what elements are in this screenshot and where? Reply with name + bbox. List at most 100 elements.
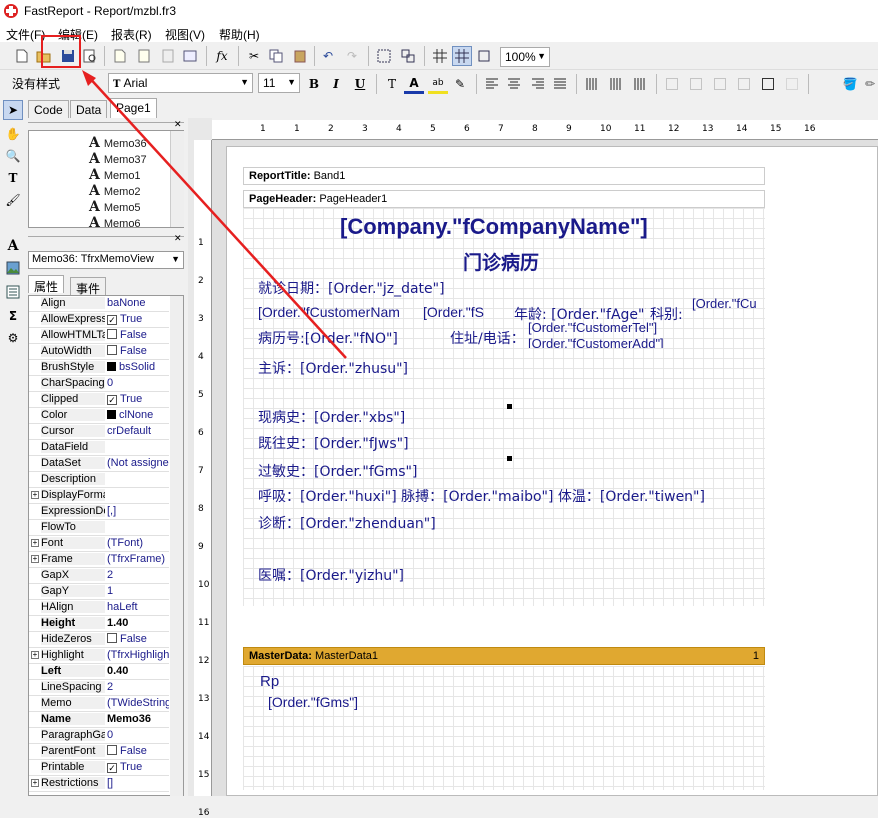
property-row[interactable]: Align baNone [29,296,169,312]
property-row[interactable]: AutoWidth False [29,344,169,360]
memo-tool-icon[interactable]: A [3,236,23,256]
checkbox-icon[interactable]: ✓ [107,395,117,405]
object-tree[interactable]: A Memo36 A Memo37 A Memo1 A Memo2 A Memo5 A Me… [28,130,184,231]
tab-data[interactable]: Data [70,100,108,118]
frame-none-icon[interactable] [782,74,802,94]
property-row[interactable]: Description [29,472,169,488]
checkbox-icon[interactable]: ✓ [107,763,117,773]
new-dialog-icon[interactable] [134,46,154,66]
page-settings-icon[interactable] [180,46,200,66]
property-value[interactable]: clNone [107,409,169,421]
memo-subtitle[interactable]: 门诊病历 [463,248,539,275]
undo-icon[interactable]: ↶ [318,46,338,66]
checkbox-icon[interactable]: ✓ [107,315,117,325]
menu-report[interactable]: 报表(R) [111,26,152,43]
property-value[interactable]: (TfrxHighlight) [107,649,169,661]
font-settings-icon[interactable]: T [382,74,402,94]
expand-icon[interactable]: + [31,491,39,499]
select-tool-icon[interactable]: ➤ [3,100,23,120]
property-row[interactable]: ParentFont False [29,744,169,760]
new-icon[interactable] [12,46,32,66]
align-justify-icon[interactable] [550,74,570,94]
memo-dept[interactable]: [Order."fCu [692,296,764,311]
format-copy-icon[interactable]: 🖌 [3,190,23,210]
resize-handle[interactable] [507,456,512,461]
align-right-icon[interactable] [528,74,548,94]
band-page-header[interactable]: PageHeader: PageHeader1 [243,190,765,208]
italic-icon[interactable]: I [326,74,346,94]
property-value[interactable]: crDefault [107,425,169,437]
property-value[interactable]: ✓ True [107,761,169,773]
property-value[interactable]: haLeft [107,601,169,613]
sum-tool-icon[interactable]: Σ [3,306,23,326]
tree-scrollbar[interactable] [170,131,184,227]
expand-icon[interactable]: + [31,651,39,659]
memo-record-no[interactable]: 病历号:[Order."fNO"] [258,328,438,348]
property-row[interactable]: Height 1.40 [29,616,169,632]
property-value[interactable]: 0.40 [107,665,169,677]
close-icon[interactable]: ✕ [174,120,182,130]
property-row[interactable]: GapX 2 [29,568,169,584]
highlight-icon[interactable]: ab [428,74,448,94]
copy-icon[interactable] [266,46,286,66]
expand-icon[interactable]: + [31,555,39,563]
memo-customer-address[interactable]: [Order."fCustomerAdd"] [528,336,684,348]
memo-sex[interactable]: [Order."fS [423,304,495,320]
zoom-select[interactable]: 100% ▼ [500,47,550,67]
property-row[interactable]: Left 0.40 [29,664,169,680]
property-value[interactable]: 0 [107,729,169,741]
menu-view[interactable]: 视图(V) [165,26,205,43]
props-scrollbar[interactable] [170,296,183,796]
expand-icon[interactable]: + [31,539,39,547]
band-master-data[interactable]: MasterData: MasterData1 1 [243,647,765,665]
object-select[interactable]: Memo36: TfrxMemoView ▼ [28,251,184,269]
property-row[interactable]: HAlign haLeft [29,600,169,616]
resize-handle[interactable] [507,404,512,409]
tab-page[interactable]: Page1 [110,98,157,118]
text-tool-icon[interactable]: T [3,168,23,188]
fit-grid-icon[interactable] [474,46,494,66]
property-value[interactable]: 1.40 [107,617,169,629]
property-row[interactable]: DataField [29,440,169,456]
font-select[interactable]: T Arial ▼ [108,73,253,93]
style-select[interactable]: 没有样式 [8,73,98,93]
checkbox-icon[interactable] [107,745,117,755]
bold-icon[interactable]: B [304,74,324,94]
property-value[interactable]: bsSolid [107,361,169,373]
property-value[interactable]: [] [107,777,169,789]
menu-help[interactable]: 帮助(H) [219,26,260,43]
subreport-tool-icon[interactable] [3,282,23,302]
align-left-icon[interactable] [482,74,502,94]
property-row[interactable]: BrushStyle bsSolid [29,360,169,376]
tab-events[interactable]: 事件 [70,277,107,296]
memo-gms[interactable]: 过敏史：[Order."fGms"] [258,461,508,481]
property-row[interactable]: DataSet(Not assigned) [29,456,169,472]
font-color-icon[interactable]: A [404,74,424,94]
property-value[interactable]: False [107,329,169,341]
tree-item[interactable]: A Memo37 [89,151,147,167]
property-row[interactable]: Cursor crDefault [29,424,169,440]
underline-icon[interactable]: U [350,74,370,94]
property-value[interactable]: (Not assigned) [107,457,169,469]
more-objects-icon[interactable]: ⚙ [3,328,23,348]
frame-bottom-icon[interactable] [686,74,706,94]
property-value[interactable]: (TFont) [107,537,169,549]
menu-file[interactable]: 文件(F) [6,26,45,43]
property-row[interactable]: +Highlight(TfrxHighlight) [29,648,169,664]
property-row[interactable]: Memo(TWideStrings) [29,696,169,712]
memo-customer-tel[interactable]: [Order."fCustomerTel"] [528,320,684,335]
redo-icon[interactable]: ↷ [342,46,362,66]
align-bottom-icon[interactable] [630,74,650,94]
grid-icon[interactable] [430,46,450,66]
memo-company[interactable]: [Company."fCompanyName"] [340,214,648,240]
memo-zhusu[interactable]: 主诉：[Order."zhusu"] [258,358,498,378]
close-icon[interactable]: ✕ [174,234,182,244]
property-row[interactable]: Clipped ✓ True [29,392,169,408]
property-row[interactable]: Color clNone [29,408,169,424]
memo-advice[interactable]: 医嘱：[Order."yizhu"] [258,565,508,585]
property-value[interactable]: ✓ True [107,393,169,405]
property-row[interactable]: ParagraphGa 0 [29,728,169,744]
cut-icon[interactable]: ✂ [244,46,264,66]
property-row[interactable]: ExpressionDe [,] [29,504,169,520]
property-row[interactable]: GapY 1 [29,584,169,600]
